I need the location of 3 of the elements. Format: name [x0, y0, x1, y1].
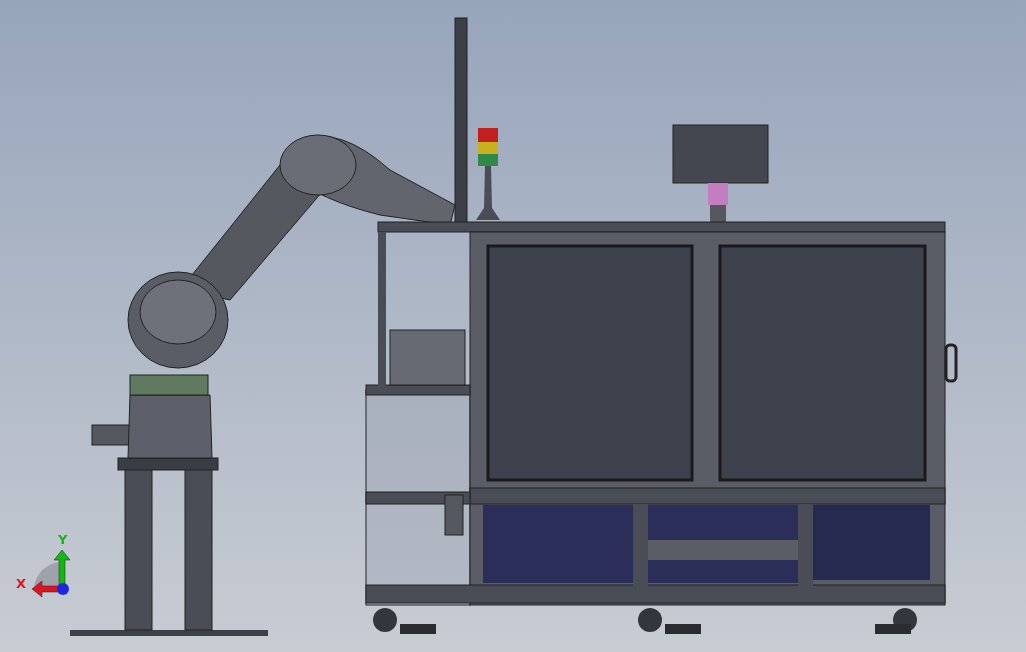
axis-label: X — [16, 576, 27, 591]
axis-triad-icon — [31, 549, 71, 598]
axis-label: Y — [58, 532, 68, 547]
